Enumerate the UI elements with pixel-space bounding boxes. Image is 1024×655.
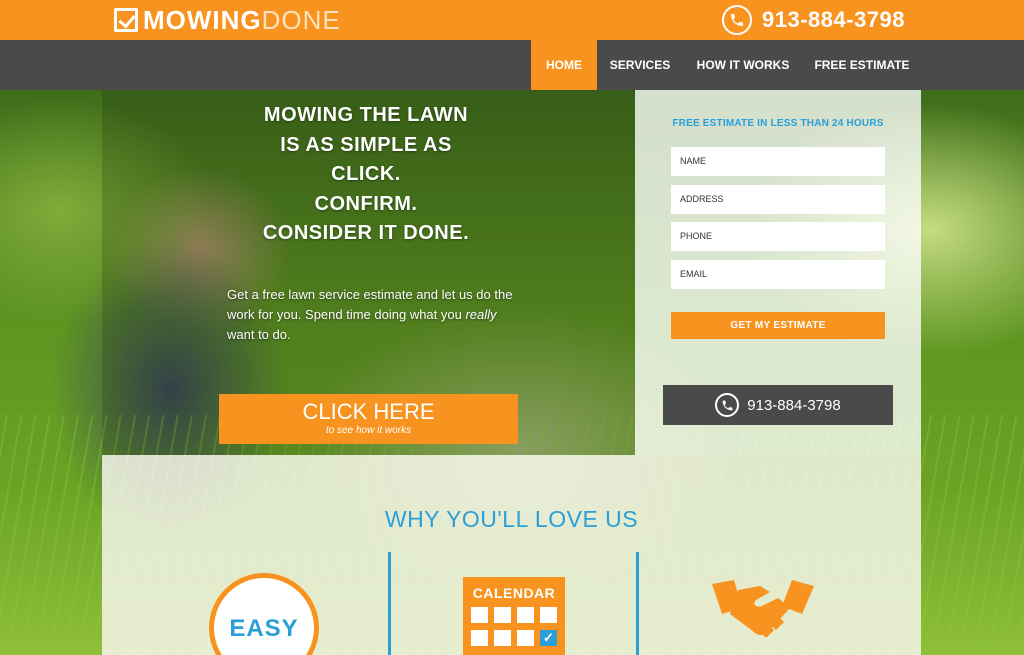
brand-name: MOWINGDONE xyxy=(143,5,341,36)
header-phone-number: 913-884-3798 xyxy=(762,7,906,32)
phone-call-button[interactable]: 913-884-3798 xyxy=(663,385,893,425)
form-title: FREE ESTIMATE IN LESS THAN 24 HOURS xyxy=(672,118,884,129)
top-bar: MOWINGDONE 913-884-3798 xyxy=(0,0,1024,40)
brand-logo[interactable]: MOWINGDONE xyxy=(114,5,341,35)
nav-item-how-it-works[interactable]: HOW IT WORKS xyxy=(688,40,798,90)
calendar-cell xyxy=(517,630,534,646)
headline-line: IS AS SIMPLE AS xyxy=(280,133,452,156)
headline-line: MOWING THE LAWN xyxy=(263,104,469,126)
calendar-cell xyxy=(540,607,557,623)
nav-item-free-estimate[interactable]: FREE ESTIMATE xyxy=(809,40,915,90)
hero-subtext: Get a free lawn service estimate and let… xyxy=(227,285,517,345)
nav-item-home[interactable]: HOME xyxy=(531,40,597,90)
phone-button-number: 913-884-3798 xyxy=(747,396,841,414)
section-divider xyxy=(636,552,639,655)
header-phone[interactable]: 913-884-3798 xyxy=(722,4,905,36)
calendar-cell xyxy=(471,630,488,646)
check-icon: ✓ xyxy=(540,630,557,646)
why-title: WHY YOU'LL LOVE US xyxy=(384,506,639,532)
click-here-button[interactable]: CLICK HERE to see how it works xyxy=(219,394,518,444)
calendar-cell xyxy=(471,607,488,623)
calendar-cell xyxy=(494,607,511,623)
subtext-part: want to do. xyxy=(227,327,291,342)
section-divider xyxy=(388,552,391,655)
calendar-cell xyxy=(517,607,534,623)
cta-main-label: CLICK HERE xyxy=(302,399,435,424)
calendar-cell xyxy=(494,630,511,646)
nav-item-services[interactable]: SERVICES xyxy=(603,40,677,90)
address-field[interactable] xyxy=(671,185,885,214)
phone-icon xyxy=(715,393,740,417)
cta-sub-label: to see how it works xyxy=(325,425,412,436)
subtext-emphasis: really xyxy=(465,307,497,322)
get-estimate-button[interactable]: GET MY ESTIMATE xyxy=(671,312,885,339)
brand-name-part2: DONE xyxy=(261,4,341,35)
name-field[interactable] xyxy=(671,147,885,176)
phone-icon xyxy=(722,5,752,35)
headline-line: CONFIRM. xyxy=(314,192,418,215)
headline-line: CLICK. xyxy=(331,163,401,185)
email-field[interactable] xyxy=(671,260,885,289)
brand-name-part1: MOWING xyxy=(143,4,262,35)
handshake-icon xyxy=(708,578,818,655)
main-nav: HOME SERVICES HOW IT WORKS FREE ESTIMATE xyxy=(0,40,1024,90)
checkbox-logo-icon xyxy=(114,8,138,32)
calendar-icon: CALENDAR ✓ xyxy=(463,577,565,655)
easy-label: EASY xyxy=(229,615,299,642)
hero-headline: MOWING THE LAWN IS AS SIMPLE AS CLICK. C… xyxy=(196,101,536,249)
phone-field[interactable] xyxy=(671,222,885,251)
calendar-label: CALENDAR xyxy=(472,585,556,601)
headline-line: CONSIDER IT DONE. xyxy=(262,222,470,244)
